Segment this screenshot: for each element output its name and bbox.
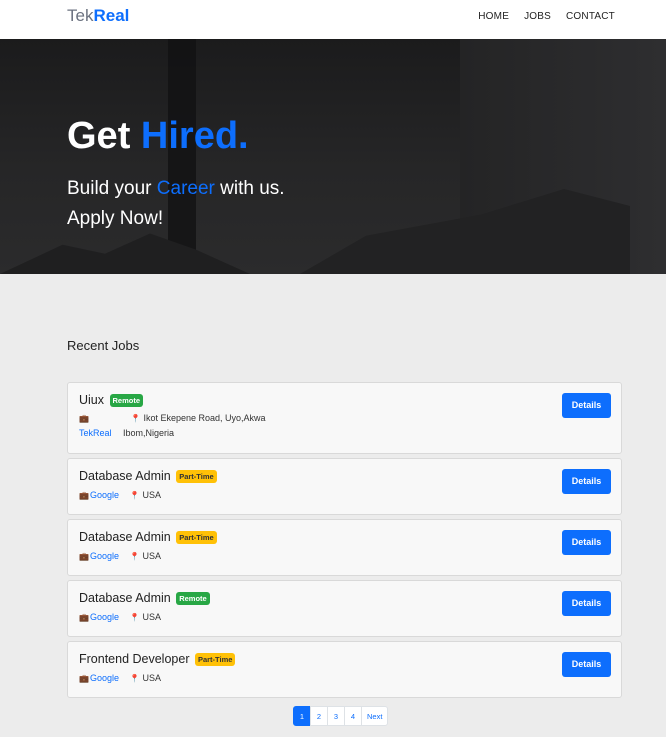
company-link[interactable]: Google xyxy=(90,673,119,683)
job-title: Database Admin Part-Time xyxy=(79,530,217,545)
status-badge: Part-Time xyxy=(176,531,217,545)
nav-home[interactable]: HOME xyxy=(478,11,509,22)
details-button[interactable]: Details xyxy=(562,469,611,494)
job-meta: 💼Google 📍 USA xyxy=(79,490,161,500)
company-link[interactable]: Google xyxy=(90,551,119,561)
briefcase-icon: 💼 xyxy=(79,552,89,561)
map-pin-icon: 📍 xyxy=(129,491,140,500)
page-3-link[interactable]: 3 xyxy=(327,706,345,726)
job-meta: 💼Google 📍 USA xyxy=(79,551,161,561)
briefcase-icon: 💼 xyxy=(79,674,89,683)
status-badge: Remote xyxy=(176,592,210,606)
hero-subtitle-line2: Apply Now! xyxy=(67,208,164,229)
job-title: Frontend Developer Part-Time xyxy=(79,652,236,667)
hero-title: Get Hired. xyxy=(67,115,249,157)
job-card: Uiux Remote 💼 📍 Ikot Ekepene Road, Uyo,Ak… xyxy=(67,382,622,454)
map-pin-icon: 📍 xyxy=(129,613,140,622)
company-link[interactable]: Google xyxy=(90,612,119,622)
page-2-link[interactable]: 2 xyxy=(310,706,328,726)
nav-menu: HOME JOBS CONTACT xyxy=(478,11,615,22)
page-1-link[interactable]: 1 xyxy=(293,706,311,726)
section-title: Recent Jobs xyxy=(67,338,140,353)
job-meta: 💼 📍 Ikot Ekepene Road, Uyo,Akwa xyxy=(79,413,266,423)
job-meta: 💼Google 📍 USA xyxy=(79,673,161,683)
job-card: Database Admin Remote 💼Google 📍 USA Detai… xyxy=(67,580,622,637)
hero-subtitle: Build your Career with us. Apply Now! xyxy=(67,174,285,234)
briefcase-icon: 💼 xyxy=(79,414,89,423)
hero-background-shape xyxy=(0,233,250,274)
nav-jobs[interactable]: JOBS xyxy=(524,11,551,22)
details-button[interactable]: Details xyxy=(562,652,611,677)
map-pin-icon: 📍 xyxy=(129,674,140,683)
briefcase-icon: 💼 xyxy=(79,491,89,500)
job-meta: TekReal Ibom,Nigeria xyxy=(79,428,175,438)
company-link[interactable]: TekReal xyxy=(79,428,112,438)
company-link[interactable]: Google xyxy=(90,490,119,500)
navbar: TekReal HOME JOBS CONTACT xyxy=(0,0,666,39)
job-title: Database Admin Part-Time xyxy=(79,469,217,484)
job-card: Database Admin Part-Time 💼Google 📍 USA De… xyxy=(67,519,622,576)
details-button[interactable]: Details xyxy=(562,530,611,555)
job-title: Uiux Remote xyxy=(79,393,144,408)
map-pin-icon: 📍 xyxy=(130,414,141,423)
next-page-link[interactable]: Next xyxy=(361,706,389,726)
job-card: Database Admin Part-Time 💼Google 📍 USA De… xyxy=(67,458,622,515)
hero-subtitle-line1: Build your Career with us. xyxy=(67,178,285,199)
status-badge: Remote xyxy=(109,394,144,408)
page-4-link[interactable]: 4 xyxy=(344,706,362,726)
job-title: Database Admin Remote xyxy=(79,591,210,606)
details-button[interactable]: Details xyxy=(562,591,611,616)
brand-logo[interactable]: TekReal xyxy=(67,6,129,26)
job-card: Frontend Developer Part-Time 💼Google 📍 US… xyxy=(67,641,622,698)
nav-contact[interactable]: CONTACT xyxy=(566,11,615,22)
map-pin-icon: 📍 xyxy=(129,552,140,561)
details-button[interactable]: Details xyxy=(562,393,611,418)
status-badge: Part-Time xyxy=(176,470,217,484)
job-meta: 💼Google 📍 USA xyxy=(79,612,161,622)
status-badge: Part-Time xyxy=(194,653,236,667)
briefcase-icon: 💼 xyxy=(79,613,89,622)
pagination: 1 2 3 4 Next xyxy=(293,706,389,726)
